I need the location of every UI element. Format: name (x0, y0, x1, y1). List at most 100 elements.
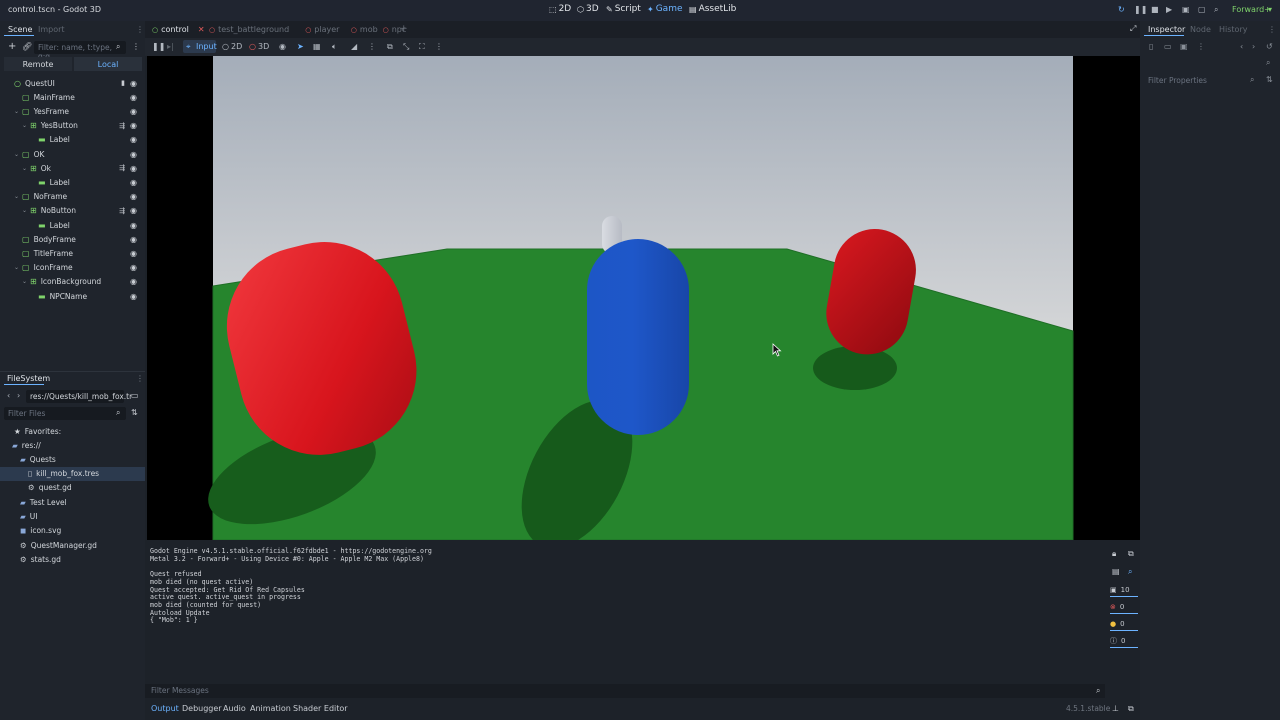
chevron-down-icon[interactable]: ▾ (1268, 5, 1272, 14)
editor-tab[interactable]: ○ player (305, 25, 339, 34)
scene-tree-item[interactable]: ▬ Label ◉ (0, 218, 145, 232)
list-select-icon[interactable]: ▦ (313, 42, 321, 51)
mode-2d-toggle[interactable]: 2D (231, 42, 242, 51)
tab-output[interactable]: Output (151, 704, 179, 713)
signal-icon[interactable]: ⇶ (119, 122, 125, 130)
mode-script-button[interactable]: ✎ Script (606, 4, 641, 14)
scene-tree-item[interactable]: ⌄ ⊞ Ok ⇶ ◉ (0, 161, 145, 175)
remote-debug-icon[interactable]: ▢ (1198, 5, 1206, 14)
visibility-icon[interactable]: ◉ (279, 42, 286, 51)
search-icon[interactable]: ⌕ (1214, 5, 1218, 15)
file-item[interactable]: ▰ res:// (0, 438, 145, 452)
dock-menu-icon[interactable]: ⋮ (136, 25, 144, 34)
tab-animation[interactable]: Animation (250, 704, 291, 713)
errors-count[interactable]: ⊗ 0 (1110, 600, 1138, 614)
audio-icon[interactable]: 🔈︎ (332, 42, 337, 52)
file-item[interactable]: ▯ kill_mob_fox.tres (0, 466, 145, 481)
movie-icon[interactable]: ▣ (1182, 5, 1190, 14)
signal-icon[interactable]: ⇶ (119, 207, 125, 215)
visibility-icon[interactable]: ◉ (130, 221, 137, 230)
visibility-icon[interactable]: ◉ (130, 135, 137, 144)
tab-node[interactable]: Node (1190, 25, 1211, 34)
reload-icon[interactable]: ↻ (1118, 5, 1125, 14)
info-count[interactable]: ⓘ 0 (1110, 634, 1138, 648)
history-icon[interactable]: ↺ (1266, 42, 1273, 51)
visibility-icon[interactable]: ◉ (130, 249, 137, 258)
select-tool-icon[interactable]: ➤ (297, 42, 304, 51)
file-item[interactable]: ◼ icon.svg (0, 524, 145, 538)
back-icon[interactable]: ‹ (7, 391, 10, 400)
add-node-icon[interactable]: + (8, 41, 16, 52)
visibility-icon[interactable]: ◉ (130, 206, 137, 215)
extra-options-icon[interactable]: ⋮ (1197, 42, 1205, 51)
game-viewport[interactable] (147, 56, 1140, 540)
script-icon[interactable]: ▮ (121, 79, 125, 87)
file-filter-input[interactable]: Filter Files (4, 407, 126, 420)
scene-tree-item[interactable]: ▬ Label ◉ (0, 133, 145, 147)
scene-tree-item[interactable]: ▢ TitleFrame ◉ (0, 246, 145, 260)
link-icon[interactable]: 🔗︎ (22, 42, 32, 51)
mode-game-button[interactable]: ✦ Game (647, 4, 683, 14)
filter-messages-input[interactable]: Filter Messages (145, 684, 1105, 698)
visibility-icon[interactable]: ◉ (130, 263, 137, 272)
scene-tree-item[interactable]: ▬ Label ◉ (0, 175, 145, 189)
chevron-down-icon[interactable]: ⌄ (22, 207, 30, 214)
file-item[interactable]: ▰ Test Level (0, 495, 145, 509)
embed-icon[interactable]: ⧉ (387, 42, 393, 52)
fullscreen-icon[interactable]: ⛶ (419, 42, 425, 52)
lock-icon[interactable]: 🔒︎ (1112, 549, 1116, 559)
load-resource-icon[interactable]: ▭ (1164, 42, 1172, 51)
scene-tree-item[interactable]: ⌄ ▢ NoFrame ◉ (0, 190, 145, 204)
mode-3d-button[interactable]: ⬡ 3D (577, 4, 599, 14)
save-resource-icon[interactable]: ▣ (1180, 42, 1188, 51)
fit-icon[interactable]: ⤡ (403, 42, 409, 52)
search-icon[interactable]: ⌕ (1128, 567, 1132, 577)
file-item[interactable]: ⚙ stats.gd (0, 552, 145, 566)
distraction-free-icon[interactable]: ⤢ (1130, 24, 1136, 34)
tab-audio[interactable]: Audio (223, 704, 246, 713)
visibility-icon[interactable]: ◉ (130, 164, 137, 173)
mode-assetlib-button[interactable]: ▤ AssetLib (689, 4, 736, 14)
pause-icon[interactable]: ❚❚ (1134, 5, 1147, 14)
visibility-icon[interactable]: ◉ (130, 192, 137, 201)
split-view-icon[interactable]: ▭ (131, 391, 139, 400)
mode-2d-button[interactable]: ⬚ 2D (549, 4, 571, 14)
expand-panel-icon[interactable]: ⧉ (1128, 704, 1134, 714)
back-icon[interactable]: ‹ (1240, 42, 1243, 51)
scene-tree-item[interactable]: ▢ MainFrame ◉ (0, 90, 145, 104)
play-scene-icon[interactable]: ▶ (1166, 5, 1172, 14)
filter-properties-input[interactable]: Filter Properties (1144, 74, 1260, 87)
chevron-down-icon[interactable]: ⌄ (14, 264, 22, 271)
warnings-count[interactable]: ● 0 (1110, 617, 1138, 631)
dock-menu-icon[interactable]: ⋮ (136, 374, 144, 383)
sort-icon[interactable]: ⇅ (1266, 75, 1273, 84)
copy-icon[interactable]: ⧉ (1128, 549, 1134, 559)
editor-tab[interactable]: ○ test_battleground (209, 25, 289, 34)
file-item[interactable]: ⚙ QuestManager.gd (0, 538, 145, 552)
menu-icon[interactable]: ⋮ (435, 42, 443, 51)
scene-tree-item[interactable]: ⌄ ⊞ YesButton ⇶ ◉ (0, 119, 145, 133)
pause-icon[interactable]: ❚❚ (152, 42, 165, 51)
signal-icon[interactable]: ⇶ (119, 164, 125, 172)
visibility-icon[interactable]: ◉ (130, 235, 137, 244)
tab-import[interactable]: Import (38, 25, 65, 34)
scene-filter-input[interactable]: Filter: name, t:type, g:g (34, 41, 126, 61)
file-item[interactable]: ⚙ quest.gd (0, 481, 145, 495)
editor-tab[interactable]: ○ mob (351, 25, 378, 34)
close-icon[interactable]: ✕ (198, 25, 205, 34)
forward-icon[interactable]: › (17, 391, 20, 400)
tab-inspector[interactable]: Inspector (1148, 25, 1185, 34)
scene-tree-item[interactable]: ○ QuestUI ▮ ◉ (0, 76, 145, 90)
new-resource-icon[interactable]: ▯ (1149, 42, 1153, 51)
chevron-down-icon[interactable]: ⌄ (22, 278, 30, 285)
visibility-icon[interactable]: ◉ (130, 93, 137, 102)
scene-tree-item[interactable]: ▢ BodyFrame ◉ (0, 232, 145, 246)
visibility-icon[interactable]: ◉ (130, 292, 137, 301)
local-button[interactable]: Local (74, 57, 142, 71)
file-item[interactable]: ▰ UI (0, 510, 145, 524)
chevron-down-icon[interactable]: ⌄ (22, 165, 30, 172)
visibility-icon[interactable]: ◉ (130, 107, 137, 116)
file-item[interactable]: ▰ Quests (0, 452, 145, 466)
more-icon[interactable]: ⋮ (368, 42, 376, 51)
renderer-selector[interactable]: Forward+ (1232, 5, 1271, 14)
